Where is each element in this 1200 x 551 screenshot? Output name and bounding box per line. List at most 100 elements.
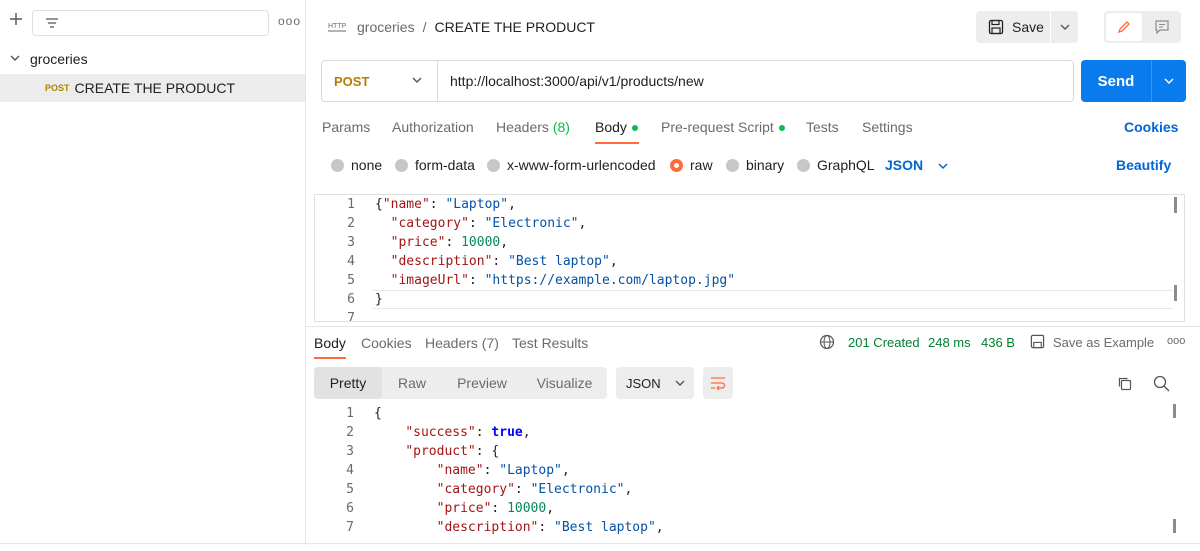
- code-key: "name": [382, 197, 430, 212]
- send-options-button[interactable]: [1151, 60, 1186, 102]
- http-icon: HTTP: [328, 23, 347, 32]
- response-tab-cookies[interactable]: Cookies: [361, 335, 412, 351]
- collection-folder[interactable]: groceries: [0, 47, 305, 71]
- breadcrumb-request[interactable]: CREATE THE PRODUCT: [434, 19, 595, 35]
- response-time[interactable]: 248 ms: [928, 335, 971, 350]
- comments-button[interactable]: [1144, 13, 1180, 41]
- sidebar-request-item[interactable]: POST CREATE THE PRODUCT: [0, 74, 305, 102]
- code-key: "price": [436, 501, 492, 516]
- method-select-value: POST: [334, 73, 370, 89]
- radio-graphql[interactable]: GraphQL: [797, 157, 875, 173]
- wrap-lines-icon: [711, 377, 726, 391]
- save-button-label: Save: [1012, 19, 1044, 35]
- radio-urlencoded[interactable]: x-www-form-urlencoded: [487, 157, 656, 173]
- code-key: "product": [405, 444, 476, 459]
- sidebar-search-input[interactable]: [32, 10, 269, 36]
- body-format-select[interactable]: JSON: [885, 157, 948, 173]
- code-string: "Best laptop": [508, 254, 610, 269]
- tab-authorization[interactable]: Authorization: [392, 119, 474, 135]
- response-status[interactable]: 201 Created: [848, 335, 920, 350]
- response-format-select[interactable]: JSON: [616, 367, 694, 399]
- active-tab-underline: [314, 357, 346, 359]
- copy-icon[interactable]: [1117, 376, 1133, 392]
- tab-settings[interactable]: Settings: [862, 119, 913, 135]
- view-pretty-button[interactable]: Pretty: [314, 367, 382, 399]
- code-brace: {: [491, 444, 500, 459]
- code-string: "https://example.com/laptop.jpg": [484, 273, 736, 288]
- save-icon: [1030, 334, 1045, 352]
- save-button[interactable]: Save: [976, 11, 1050, 43]
- tab-headers-label: Headers: [496, 119, 549, 135]
- radio-form-data[interactable]: form-data: [395, 157, 475, 173]
- chevron-down-icon: [412, 75, 422, 87]
- radio-circle: [331, 158, 344, 172]
- code-key: "name": [436, 463, 484, 478]
- send-button[interactable]: Send: [1081, 73, 1151, 90]
- radio-circle: [797, 158, 810, 172]
- response-tab-body[interactable]: Body: [314, 335, 346, 351]
- response-size[interactable]: 436 B: [981, 335, 1015, 350]
- pre-request-indicator-dot: [778, 125, 785, 132]
- response-more-button[interactable]: ooo: [1167, 335, 1185, 347]
- send-button-group: Send: [1081, 60, 1186, 102]
- chevron-down-icon: [1164, 78, 1174, 84]
- response-divider[interactable]: [306, 326, 1200, 327]
- view-visualize-button[interactable]: Visualize: [522, 367, 607, 399]
- response-view-segmented-control: Pretty Raw Preview Visualize: [314, 367, 607, 399]
- code-boolean: true: [491, 425, 523, 440]
- sidebar: ooo groceries POST CREATE THE PRODUCT: [0, 0, 306, 545]
- wrap-lines-button[interactable]: [703, 367, 733, 399]
- response-tab-test-results[interactable]: Test Results: [512, 335, 588, 351]
- tab-body[interactable]: Body: [595, 119, 638, 135]
- view-preview-button[interactable]: Preview: [442, 367, 522, 399]
- radio-none[interactable]: none: [331, 157, 382, 173]
- cookies-link[interactable]: Cookies: [1124, 119, 1178, 135]
- search-icon[interactable]: [1153, 375, 1170, 392]
- plus-icon: [10, 13, 22, 25]
- breadcrumb-collection[interactable]: groceries: [357, 19, 415, 35]
- radio-form-data-label: form-data: [415, 157, 475, 173]
- code-key: "success": [405, 425, 476, 440]
- method-select[interactable]: POST: [322, 61, 438, 101]
- code-string: "Laptop": [499, 463, 562, 478]
- radio-raw[interactable]: raw: [670, 157, 713, 173]
- chevron-down-icon: [0, 53, 30, 65]
- filter-icon: [46, 18, 58, 28]
- active-tab-underline: [595, 142, 639, 144]
- save-as-example-button[interactable]: Save as Example: [1053, 335, 1154, 350]
- response-body-viewer[interactable]: 1{ 2 "success": true, 3 "product": { 4 "…: [314, 404, 1185, 535]
- line-number: 5: [346, 482, 354, 497]
- viewer-scrollbar-thumb[interactable]: [1173, 519, 1176, 533]
- editor-scrollbar-thumb[interactable]: [1174, 285, 1177, 301]
- code-string: "Best laptop": [554, 520, 656, 535]
- edit-mode-button[interactable]: [1106, 13, 1142, 41]
- tab-tests[interactable]: Tests: [806, 119, 839, 135]
- new-collection-button[interactable]: [8, 12, 24, 28]
- sidebar-toolbar: ooo: [0, 0, 306, 44]
- code-string: "Electronic": [530, 482, 625, 497]
- view-toggle-group: [1104, 11, 1181, 43]
- tab-params[interactable]: Params: [322, 119, 370, 135]
- sidebar-more-button[interactable]: ooo: [278, 14, 301, 28]
- save-options-button[interactable]: [1050, 11, 1078, 43]
- code-brace: {: [375, 197, 383, 212]
- response-format-value: JSON: [626, 375, 661, 391]
- beautify-button[interactable]: Beautify: [1116, 157, 1171, 173]
- request-body-editor[interactable]: 1 {"name": "Laptop", 2 "category": "Elect…: [314, 194, 1185, 322]
- body-type-selector: none form-data x-www-form-urlencoded raw…: [306, 150, 1200, 180]
- tab-pre-request-script[interactable]: Pre-request Script: [661, 119, 785, 135]
- request-method-badge: POST: [45, 83, 70, 93]
- save-icon: [988, 19, 1004, 35]
- line-number: 1: [347, 197, 355, 212]
- tab-headers[interactable]: Headers (8): [496, 119, 570, 135]
- radio-binary[interactable]: binary: [726, 157, 784, 173]
- code-key: "description": [390, 254, 493, 269]
- code-string: "Laptop": [445, 197, 509, 212]
- viewer-scrollbar[interactable]: [1173, 404, 1176, 418]
- url-input[interactable]: [450, 61, 1060, 101]
- radio-binary-label: binary: [746, 157, 785, 173]
- response-tab-headers[interactable]: Headers (7): [425, 335, 499, 351]
- view-raw-button[interactable]: Raw: [382, 367, 442, 399]
- svg-text:HTTP: HTTP: [328, 23, 347, 30]
- editor-scrollbar[interactable]: [1174, 197, 1177, 213]
